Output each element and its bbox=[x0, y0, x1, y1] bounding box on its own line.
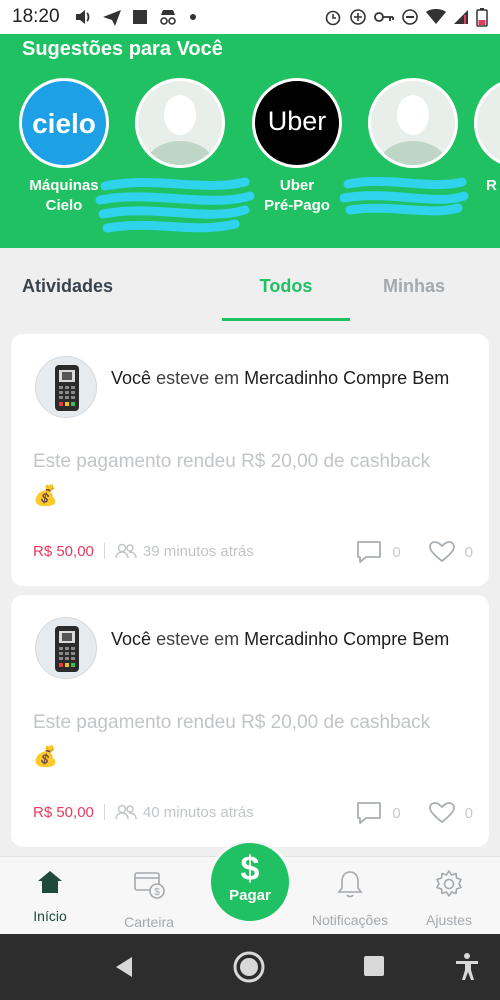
like-count: 0 bbox=[464, 543, 473, 561]
system-nav-bar bbox=[0, 934, 500, 1000]
overview-icon[interactable] bbox=[362, 954, 386, 978]
partial-avatar-icon bbox=[474, 78, 500, 168]
alarm-icon bbox=[325, 10, 341, 26]
card-actor: Você bbox=[111, 368, 152, 388]
nav-settings[interactable]: Ajustes bbox=[404, 869, 494, 928]
card-amount: R$ 50,00 bbox=[33, 803, 94, 821]
signal-icon bbox=[454, 10, 468, 24]
suggestions-section: Sugestões para Você cielo Máquinas Cielo… bbox=[0, 34, 500, 248]
nav-wallet[interactable]: $ Carteira bbox=[104, 869, 194, 930]
volume-icon bbox=[75, 10, 89, 24]
footer-divider bbox=[103, 543, 105, 559]
nav-home[interactable]: Início bbox=[5, 869, 95, 924]
card-time: 40 minutos atrás bbox=[142, 803, 254, 821]
dollar-icon: $ bbox=[240, 850, 260, 888]
activity-tabs: Atividades Todos Minhas bbox=[0, 248, 500, 322]
gear-icon bbox=[436, 870, 462, 897]
redaction-scribble bbox=[95, 177, 255, 233]
card-message: Este pagamento rendeu R$ 20,00 de cashba… bbox=[33, 451, 431, 472]
vpn-key-icon bbox=[374, 12, 394, 22]
card-terminal-icon bbox=[35, 356, 97, 418]
card-message-block: Este pagamento rendeu R$ 20,00 de cashba… bbox=[33, 706, 473, 775]
card-place[interactable]: Mercadinho Compre Bem bbox=[244, 368, 449, 388]
suggestions-title: Sugestões para Você bbox=[22, 38, 223, 60]
card-terminal-icon bbox=[35, 617, 97, 679]
cielo-logo-icon: cielo bbox=[19, 78, 109, 168]
card-reactions: 0 0 bbox=[356, 540, 473, 564]
suggestion-label: Uber Pré-Pago bbox=[264, 177, 330, 214]
comment-icon[interactable] bbox=[356, 540, 382, 564]
person-avatar-icon bbox=[368, 78, 458, 168]
card-footer: R$ 50,00 40 minutos atrás 0 0 bbox=[33, 801, 473, 825]
activity-card[interactable]: Você esteve em Mercadinho Compre Bem Est… bbox=[11, 595, 489, 847]
card-verb: esteve em bbox=[156, 368, 240, 388]
card-headline: Você esteve em Mercadinho Compre Bem bbox=[111, 625, 461, 654]
wallet-icon: $ bbox=[134, 872, 165, 899]
cielo-logo-text: cielo bbox=[32, 108, 96, 139]
pay-button[interactable]: $ Pagar bbox=[208, 840, 292, 924]
pay-label: Pagar bbox=[229, 887, 271, 904]
accessibility-icon[interactable] bbox=[454, 952, 480, 982]
incognito-icon bbox=[159, 10, 176, 25]
card-reactions: 0 0 bbox=[356, 801, 473, 825]
uber-logo-text: Uber bbox=[267, 106, 327, 136]
suggestion-contact[interactable] bbox=[125, 78, 235, 176]
like-count: 0 bbox=[464, 804, 473, 822]
people-icon bbox=[115, 543, 137, 559]
heart-icon[interactable] bbox=[428, 541, 455, 563]
square-icon bbox=[132, 10, 147, 24]
suggestion-partial[interactable]: R bbox=[474, 78, 500, 196]
status-time: 18:20 bbox=[12, 6, 60, 27]
status-notification-icons bbox=[74, 8, 198, 26]
card-actor: Você bbox=[111, 629, 152, 649]
suggestion-contact[interactable] bbox=[358, 78, 468, 176]
card-message-block: Este pagamento rendeu R$ 20,00 de cashba… bbox=[33, 445, 473, 514]
suggestion-label: Máquinas Cielo bbox=[29, 177, 99, 214]
nav-wallet-label: Carteira bbox=[124, 914, 174, 930]
nav-settings-label: Ajustes bbox=[426, 912, 472, 928]
home-icon bbox=[38, 871, 62, 893]
back-icon[interactable] bbox=[112, 954, 138, 980]
status-bar: 18:20 bbox=[0, 0, 500, 34]
comment-count: 0 bbox=[392, 804, 401, 822]
svg-text:$: $ bbox=[154, 887, 160, 898]
status-system-icons bbox=[324, 7, 488, 27]
card-headline: Você esteve em Mercadinho Compre Bem bbox=[111, 364, 461, 393]
suggestion-cielo[interactable]: cielo Máquinas Cielo bbox=[9, 78, 119, 216]
battery-icon bbox=[476, 8, 488, 27]
comment-icon[interactable] bbox=[356, 801, 382, 825]
data-saver-icon bbox=[350, 9, 366, 25]
activity-card[interactable]: Você esteve em Mercadinho Compre Bem Est… bbox=[11, 334, 489, 586]
money-bag-icon: 💰 bbox=[33, 485, 58, 507]
nav-notifications-label: Notificações bbox=[311, 912, 389, 928]
people-icon bbox=[115, 804, 137, 820]
dot-icon bbox=[189, 14, 196, 20]
redaction-scribble bbox=[340, 176, 469, 216]
tab-mine[interactable]: Minhas bbox=[360, 276, 468, 297]
card-message: Este pagamento rendeu R$ 20,00 de cashba… bbox=[33, 712, 431, 733]
nav-home-label: Início bbox=[33, 908, 67, 924]
send-icon bbox=[102, 10, 121, 26]
uber-logo-icon: Uber bbox=[252, 78, 342, 168]
card-amount: R$ 50,00 bbox=[33, 542, 94, 560]
footer-divider bbox=[103, 804, 105, 820]
money-bag-icon: 💰 bbox=[33, 746, 58, 768]
suggestion-label: R bbox=[486, 177, 497, 194]
suggestion-uber[interactable]: Uber Uber Pré-Pago bbox=[242, 78, 352, 216]
do-not-disturb-icon bbox=[402, 9, 418, 25]
nav-notifications[interactable]: Notificações bbox=[305, 869, 395, 928]
bell-icon bbox=[337, 871, 363, 898]
card-verb: esteve em bbox=[156, 629, 240, 649]
card-footer: R$ 50,00 39 minutos atrás 0 0 bbox=[33, 540, 473, 564]
activities-heading: Atividades bbox=[22, 276, 114, 296]
home-circle-icon[interactable] bbox=[232, 950, 266, 984]
tab-selected-indicator bbox=[222, 318, 350, 321]
card-place[interactable]: Mercadinho Compre Bem bbox=[244, 629, 449, 649]
heart-icon[interactable] bbox=[428, 802, 455, 824]
person-avatar-icon bbox=[135, 78, 225, 168]
wifi-icon bbox=[426, 9, 446, 24]
comment-count: 0 bbox=[392, 543, 401, 561]
tab-all[interactable]: Todos bbox=[222, 276, 350, 297]
card-time: 39 minutos atrás bbox=[142, 542, 254, 560]
